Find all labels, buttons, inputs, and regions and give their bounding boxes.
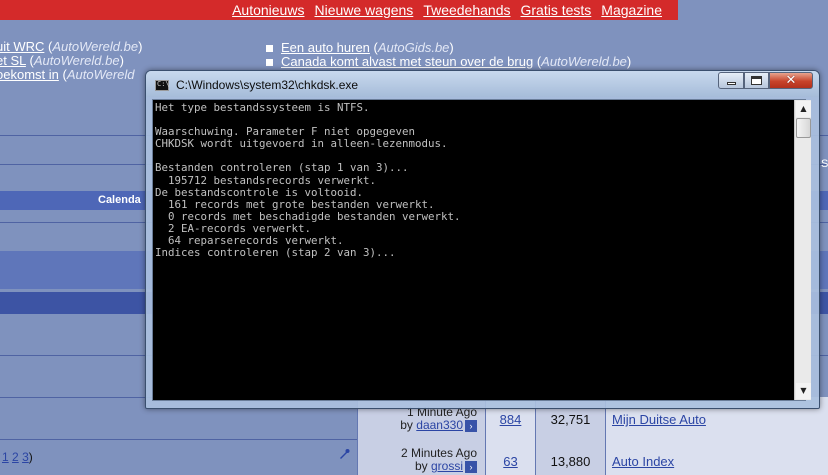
scrollbar-thumb[interactable]	[796, 118, 811, 138]
news-title[interactable]: uit WRC	[0, 39, 44, 54]
scroll-up-arrow-icon[interactable]: ▲	[796, 101, 811, 117]
nav-link-autonieuws[interactable]: Autonieuws	[232, 2, 304, 18]
minimize-button[interactable]	[718, 72, 744, 89]
console-line: Het type bestandssysteem is NTFS.	[155, 101, 370, 114]
vertical-scrollbar[interactable]: ▲ ▼	[794, 100, 811, 400]
nav-link-magazine[interactable]: Magazine	[601, 2, 662, 18]
news-source: AutoWereld.be	[33, 53, 120, 68]
attachment-icon	[340, 449, 350, 459]
replies-cell: 63	[485, 439, 535, 475]
news-title[interactable]: et SL	[0, 53, 26, 68]
table-row: 1 2 3) 2 Minutes Ago by grossi › 63 13,88…	[0, 439, 828, 475]
console-line: Indices controleren (stap 2 van 3)...	[155, 246, 396, 260]
views-count: 32,751	[550, 412, 591, 427]
news-list-left: uit WRC (AutoWereld.be) et SL (AutoWerel…	[0, 40, 142, 82]
page-link-3[interactable]: 3	[22, 450, 29, 464]
views-cell: 13,880	[535, 439, 605, 475]
news-source: AutoWereld.be	[541, 54, 627, 69]
page-links-close: )	[28, 450, 33, 464]
replies-link[interactable]: 63	[503, 454, 517, 469]
console-line: 195712 bestandsrecords verwerkt.	[155, 173, 377, 187]
calendar-link[interactable]: Calenda	[98, 194, 141, 206]
maximize-button[interactable]	[744, 72, 769, 89]
news-title[interactable]: oekomst in	[0, 67, 59, 82]
site-top-navigation: Autonieuws Nieuwe wagens Tweedehands Gra…	[0, 0, 678, 20]
news-item[interactable]: Een auto huren (AutoGids.be)	[266, 41, 631, 55]
page-link-1[interactable]: 1	[2, 450, 9, 464]
console-app-icon[interactable]	[155, 80, 170, 91]
window-title: C:\Windows\system32\chkdsk.exe	[176, 78, 359, 92]
chkdsk-console-window[interactable]: C:\Windows\system32\chkdsk.exe ✕ Het typ…	[145, 70, 820, 409]
nav-link-gratis-tests[interactable]: Gratis tests	[521, 2, 592, 18]
replies-link[interactable]: 884	[500, 412, 522, 427]
close-icon: ✕	[785, 73, 797, 88]
forum-cell: Auto Index	[605, 439, 828, 475]
news-list-right: Een auto huren (AutoGids.be) Canada komt…	[266, 41, 631, 69]
news-item[interactable]: uit WRC (AutoWereld.be)	[0, 40, 142, 54]
nav-links: Autonieuws Nieuwe wagens Tweedehands Gra…	[232, 0, 662, 20]
news-source: AutoWereld	[66, 67, 135, 82]
console-line: Bestanden controleren (stap 1 van 3)...	[155, 161, 409, 175]
news-source: AutoWereld.be	[52, 39, 139, 54]
views-count: 13,880	[550, 454, 591, 469]
window-titlebar[interactable]: C:\Windows\system32\chkdsk.exe ✕	[146, 71, 819, 97]
last-post-user[interactable]: grossi	[431, 459, 463, 473]
page-links: 1 2 3)	[2, 450, 33, 464]
go-to-last-post-icon[interactable]: ›	[465, 419, 477, 432]
nav-link-nieuwe-wagens[interactable]: Nieuwe wagens	[314, 2, 413, 18]
close-button[interactable]: ✕	[769, 72, 813, 89]
news-source: AutoGids.be	[377, 40, 450, 55]
minimize-icon	[726, 82, 736, 85]
news-item[interactable]: Canada komt alvast met steun over de bru…	[266, 55, 631, 69]
bullet-icon	[266, 44, 273, 52]
news-title[interactable]: Canada komt alvast met steun over de bru…	[281, 54, 533, 69]
console-line: De bestandscontrole is voltooid.	[155, 185, 364, 199]
go-to-last-post-icon[interactable]: ›	[465, 460, 477, 473]
news-item[interactable]: et SL (AutoWereld.be)	[0, 54, 142, 68]
thread-cell: 1 2 3)	[0, 439, 357, 475]
forum-link[interactable]: Mijn Duitse Auto	[612, 412, 706, 427]
last-post-time: 2 Minutes Ago	[400, 446, 477, 460]
scroll-down-arrow-icon[interactable]: ▼	[796, 383, 811, 399]
console-line: CHKDSK wordt uitgevoerd in alleen-lezenm…	[155, 137, 448, 151]
page-link-2[interactable]: 2	[12, 450, 19, 464]
bullet-icon	[266, 58, 273, 66]
console-output[interactable]: Het type bestandssysteem is NTFS. Waarsc…	[152, 99, 806, 401]
by-label: by	[414, 459, 428, 473]
news-item[interactable]: oekomst in (AutoWereld	[0, 68, 142, 82]
news-title[interactable]: Een auto huren	[281, 40, 370, 55]
edge-glyph: S	[821, 158, 828, 170]
by-label: by	[400, 418, 413, 432]
maximize-icon	[751, 76, 762, 85]
last-post-user[interactable]: daan330	[416, 418, 463, 432]
nav-link-tweedehands[interactable]: Tweedehands	[423, 2, 510, 18]
last-post-cell: 2 Minutes Ago by grossi ›	[357, 439, 485, 475]
forum-link[interactable]: Auto Index	[612, 454, 674, 469]
